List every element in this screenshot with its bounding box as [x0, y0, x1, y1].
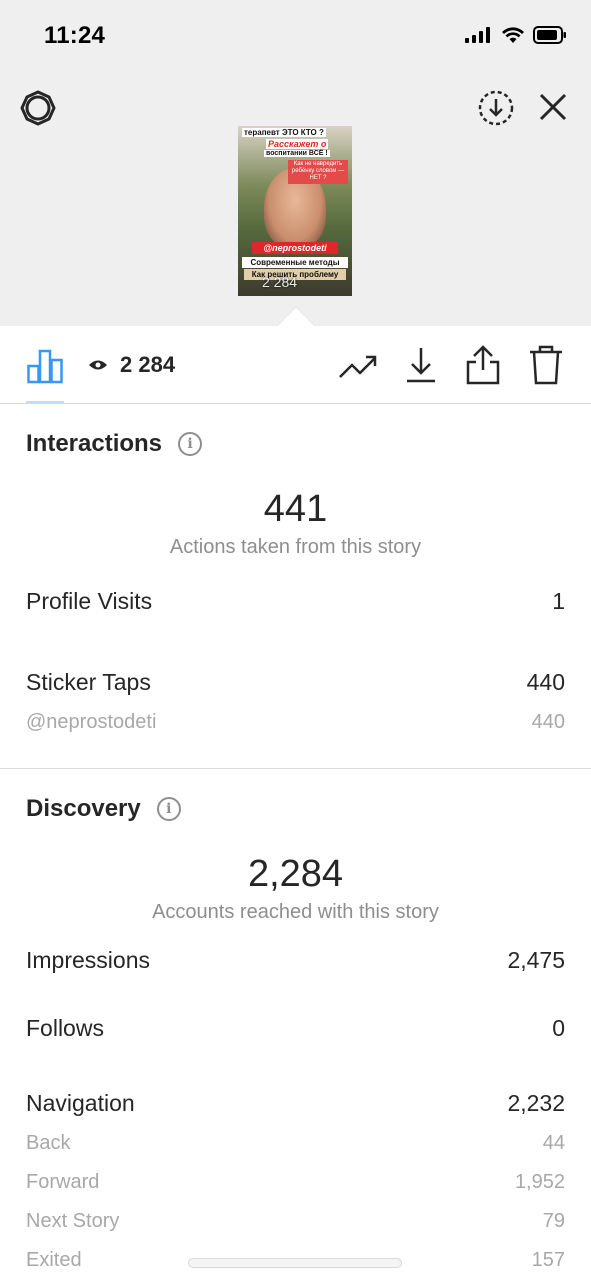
signal-icon — [465, 27, 490, 43]
status-time: 11:24 — [44, 22, 106, 49]
views-count: 2 284 — [88, 352, 175, 378]
story-text-2: Расскажет о — [266, 139, 329, 149]
row-label: Back — [26, 1132, 71, 1154]
story-thumbnail[interactable]: терапевт ЭТО КТО ? Расскажет о воспитани… — [238, 126, 352, 296]
nav-forward-row: Forward 1,952 — [26, 1171, 565, 1194]
active-tab-indicator — [26, 401, 64, 404]
status-icons — [465, 26, 567, 44]
row-label: Sticker Taps — [26, 669, 151, 695]
discovery-caption: Accounts reached with this story — [152, 901, 439, 923]
download-icon[interactable] — [404, 344, 438, 384]
row-value: 79 — [542, 1210, 565, 1232]
story-preview-area: 11:24 терапевт ЭТО КТО ? Расскажет о вос… — [0, 0, 591, 326]
discovery-title: Discovery — [26, 795, 141, 822]
discovery-total: 2,284 — [247, 853, 344, 895]
follows-row: Follows 0 — [26, 1015, 565, 1042]
row-value: 1,952 — [514, 1171, 565, 1193]
row-label: @neprostodeti — [26, 711, 157, 733]
discovery-header: Discovery i — [26, 795, 181, 823]
download-circle-icon[interactable] — [476, 88, 516, 128]
story-text-3: воспитании ВСЁ ! — [264, 150, 330, 157]
row-label: Next Story — [26, 1210, 120, 1232]
impressions-row: Impressions 2,475 — [26, 947, 565, 974]
row-value: 2,232 — [507, 1090, 565, 1116]
interactions-caption: Actions taken from this story — [169, 536, 422, 558]
row-value: 157 — [531, 1249, 565, 1271]
bar-chart-icon[interactable] — [26, 346, 64, 386]
row-value: 1 — [552, 588, 565, 614]
row-value: 44 — [542, 1132, 565, 1154]
row-label: Profile Visits — [26, 588, 153, 614]
story-text-4: Как не навредить ребёнку словом — НЕТ ? — [288, 160, 348, 184]
row-value: 2,475 — [507, 947, 565, 973]
row-value: 0 — [552, 1015, 565, 1041]
sticker-taps-row: Sticker Taps 440 — [26, 669, 565, 696]
row-label: Exited — [26, 1249, 82, 1271]
story-mention-sticker: @neprostodeti — [252, 242, 338, 254]
section-divider — [0, 768, 591, 769]
story-overlay-views: 2 284 — [262, 274, 298, 290]
trash-icon[interactable] — [528, 344, 564, 386]
profile-visits-row: Profile Visits 1 — [26, 588, 565, 615]
story-text-1: терапевт ЭТО КТО ? — [242, 128, 326, 137]
row-label: Navigation — [26, 1090, 135, 1116]
row-label: Impressions — [26, 947, 150, 973]
eye-icon — [89, 360, 107, 370]
close-icon[interactable] — [534, 88, 572, 126]
story-text-5: Современные методы — [242, 257, 348, 268]
views-count-value: 2 284 — [120, 352, 176, 377]
nav-exited-row: Exited 157 — [26, 1249, 565, 1272]
nav-next-story-row: Next Story 79 — [26, 1210, 565, 1233]
interactions-header: Interactions i — [26, 430, 203, 458]
share-icon[interactable] — [465, 344, 501, 386]
interactions-total: 441 — [263, 488, 328, 530]
row-label: Forward — [26, 1171, 100, 1193]
interactions-title: Interactions — [26, 430, 163, 457]
row-label: Follows — [26, 1015, 104, 1041]
insights-toolbar: 2 284 — [0, 326, 591, 404]
row-value: 440 — [531, 711, 565, 733]
trending-icon[interactable] — [338, 348, 378, 384]
row-value: 440 — [526, 669, 565, 695]
settings-icon[interactable] — [18, 88, 58, 128]
wifi-icon — [502, 27, 524, 43]
sticker-mention-row[interactable]: @neprostodeti 440 — [26, 711, 565, 734]
nav-back-row: Back 44 — [26, 1132, 565, 1155]
navigation-row: Navigation 2,232 — [26, 1090, 565, 1117]
battery-icon — [533, 26, 566, 44]
info-icon[interactable]: i — [156, 797, 181, 821]
info-icon[interactable]: i — [178, 432, 203, 456]
